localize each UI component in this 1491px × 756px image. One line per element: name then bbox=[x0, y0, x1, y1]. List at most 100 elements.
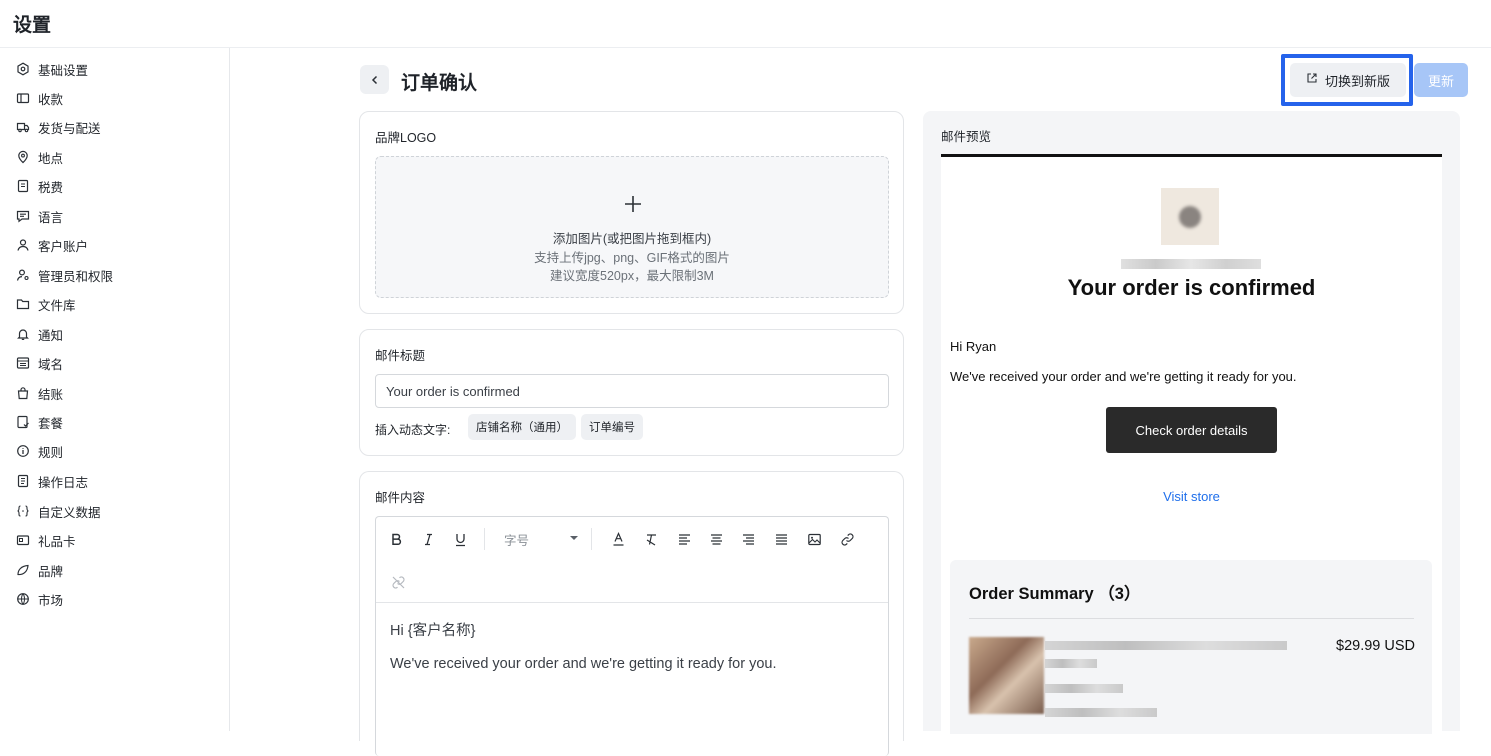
logo-upload-dropzone[interactable]: 添加图片(或把图片拖到框内) 支持上传jpg、png、GIF格式的图片 建议宽度… bbox=[375, 156, 889, 298]
sidebar-item-custom-data[interactable]: 自定义数据 bbox=[16, 500, 101, 522]
sidebar-item-rules[interactable]: 规则 bbox=[16, 440, 63, 462]
email-subject-input[interactable]: Your order is confirmed bbox=[375, 374, 889, 408]
brand-logo-card: 品牌LOGO 添加图片(或把图片拖到框内) 支持上传jpg、png、GIF格式的… bbox=[359, 111, 904, 314]
info-icon bbox=[16, 444, 30, 458]
email-preview-body: Your order is confirmed Hi Ryan We've re… bbox=[941, 154, 1442, 734]
sidebar-item-label: 自定义数据 bbox=[38, 505, 101, 520]
domain-icon bbox=[16, 356, 30, 370]
sidebar-item-activity-log[interactable]: 操作日志 bbox=[16, 470, 88, 492]
user-icon bbox=[16, 238, 30, 252]
app-title: 设置 bbox=[13, 15, 52, 36]
folder-icon bbox=[16, 297, 30, 311]
upload-hint-formats: 支持上传jpg、png、GIF格式的图片 bbox=[534, 251, 730, 265]
preview-message: We've received your order and we're gett… bbox=[950, 369, 1297, 384]
sidebar-item-basic-settings[interactable]: 基础设置 bbox=[16, 58, 88, 80]
plan-icon bbox=[16, 415, 30, 429]
location-pin-icon bbox=[16, 150, 30, 164]
email-preview-label: 邮件预览 bbox=[941, 130, 992, 144]
editor-toolbar: 字号 bbox=[376, 517, 888, 603]
sidebar-item-locations[interactable]: 地点 bbox=[16, 146, 63, 168]
main-content: 订单确认 切换到新版 更新 品牌LOGO 添加图片(或把图片拖到框内) 支持上传… bbox=[231, 49, 1491, 756]
upload-hint-primary: 添加图片(或把图片拖到框内) bbox=[552, 232, 712, 246]
sidebar-item-plans[interactable]: 套餐 bbox=[16, 411, 63, 433]
sidebar-item-label: 通知 bbox=[38, 328, 64, 343]
insert-dynamic-text-label: 插入动态文字: bbox=[375, 423, 451, 437]
sidebar-item-checkout[interactable]: 结账 bbox=[16, 382, 63, 404]
link-icon[interactable] bbox=[837, 529, 857, 549]
log-icon bbox=[16, 474, 30, 488]
align-right-icon[interactable] bbox=[738, 529, 758, 549]
truck-icon bbox=[16, 120, 30, 134]
sidebar-item-label: 收款 bbox=[38, 92, 64, 107]
wallet-icon bbox=[16, 91, 30, 105]
sidebar-item-notifications[interactable]: 通知 bbox=[16, 323, 63, 345]
receipt-icon bbox=[16, 179, 30, 193]
sidebar-item-payments[interactable]: 收款 bbox=[16, 87, 63, 109]
blurred-product-variant bbox=[1045, 684, 1123, 693]
order-summary-section: Order Summary （3） $29.99 USD bbox=[950, 560, 1432, 734]
product-thumbnail bbox=[969, 637, 1044, 714]
sidebar-item-shipping[interactable]: 发货与配送 bbox=[16, 116, 101, 138]
sidebar-item-label: 礼品卡 bbox=[38, 534, 76, 549]
order-summary-title: Order Summary （3） bbox=[969, 585, 1141, 603]
bell-icon bbox=[16, 327, 30, 341]
email-content-label: 邮件内容 bbox=[375, 491, 426, 505]
sidebar-item-label: 规则 bbox=[38, 445, 64, 460]
sidebar-item-label: 市场 bbox=[38, 593, 64, 608]
underline-icon[interactable] bbox=[450, 529, 470, 549]
sidebar-item-label: 税费 bbox=[38, 180, 64, 195]
editor-body-line-2[interactable]: We've received your order and we're gett… bbox=[390, 656, 777, 672]
sidebar-item-label: 管理员和权限 bbox=[38, 269, 114, 284]
switch-to-new-version-button[interactable]: 切换到新版 bbox=[1290, 63, 1406, 97]
plus-icon bbox=[625, 196, 641, 212]
rich-text-editor: 字号 Hi {客户名称} We've received your order a… bbox=[375, 516, 889, 756]
gift-card-icon bbox=[16, 533, 30, 547]
chevron-down-icon bbox=[570, 536, 578, 540]
sidebar-item-label: 发货与配送 bbox=[38, 121, 101, 136]
sidebar-item-label: 地点 bbox=[38, 151, 64, 166]
align-left-icon[interactable] bbox=[674, 529, 694, 549]
code-braces-icon bbox=[16, 504, 30, 518]
check-order-details-button[interactable]: Check order details bbox=[1106, 407, 1277, 453]
sidebar-item-label: 操作日志 bbox=[38, 475, 89, 490]
align-justify-icon[interactable] bbox=[771, 529, 791, 549]
chevron-left-icon bbox=[371, 75, 377, 84]
bag-icon bbox=[16, 386, 30, 400]
sidebar-item-languages[interactable]: 语言 bbox=[16, 205, 63, 227]
update-button[interactable]: 更新 bbox=[1414, 63, 1468, 97]
globe-icon bbox=[16, 592, 30, 606]
email-preview-panel: 邮件预览 Your order is confirmed Hi Ryan We'… bbox=[923, 111, 1460, 734]
sidebar-item-brand[interactable]: 品牌 bbox=[16, 559, 63, 581]
blurred-product-title bbox=[1045, 641, 1287, 650]
sidebar-item-label: 文件库 bbox=[38, 298, 76, 313]
sidebar-item-label: 品牌 bbox=[38, 564, 64, 579]
italic-icon[interactable] bbox=[418, 529, 438, 549]
sidebar-item-label: 基础设置 bbox=[38, 63, 89, 78]
sidebar-item-markets[interactable]: 市场 bbox=[16, 588, 63, 610]
preview-headline: Your order is confirmed bbox=[1067, 275, 1316, 300]
sidebar-item-gift-cards[interactable]: 礼品卡 bbox=[16, 529, 76, 551]
sidebar-item-domains[interactable]: 域名 bbox=[16, 352, 63, 374]
sidebar-item-label: 语言 bbox=[38, 210, 64, 225]
sidebar-item-files[interactable]: 文件库 bbox=[16, 293, 76, 315]
font-color-icon[interactable] bbox=[608, 529, 628, 549]
insert-store-name-chip[interactable]: 店铺名称（通用） bbox=[468, 414, 576, 440]
sidebar-item-taxes[interactable]: 税费 bbox=[16, 175, 63, 197]
bold-icon[interactable] bbox=[386, 529, 406, 549]
sidebar-item-label: 结账 bbox=[38, 387, 64, 402]
unlink-icon[interactable] bbox=[388, 572, 408, 592]
visit-store-link[interactable]: Visit store bbox=[941, 489, 1442, 504]
back-button[interactable] bbox=[360, 65, 389, 94]
editor-body-line-1[interactable]: Hi {客户名称} bbox=[390, 619, 475, 640]
align-center-icon[interactable] bbox=[706, 529, 726, 549]
chat-icon bbox=[16, 209, 30, 223]
image-icon[interactable] bbox=[804, 529, 824, 549]
sidebar-item-admins-permissions[interactable]: 管理员和权限 bbox=[16, 264, 113, 286]
insert-order-number-chip[interactable]: 订单编号 bbox=[581, 414, 643, 440]
store-logo-image bbox=[1161, 188, 1219, 245]
font-size-select[interactable]: 字号 bbox=[498, 529, 578, 549]
clear-format-icon[interactable] bbox=[641, 529, 661, 549]
sidebar-item-customer-accounts[interactable]: 客户账户 bbox=[16, 234, 88, 256]
top-bar: 设置 bbox=[0, 0, 1491, 48]
email-content-card: 邮件内容 字号 Hi {客户名称} We've received your or… bbox=[359, 471, 904, 756]
